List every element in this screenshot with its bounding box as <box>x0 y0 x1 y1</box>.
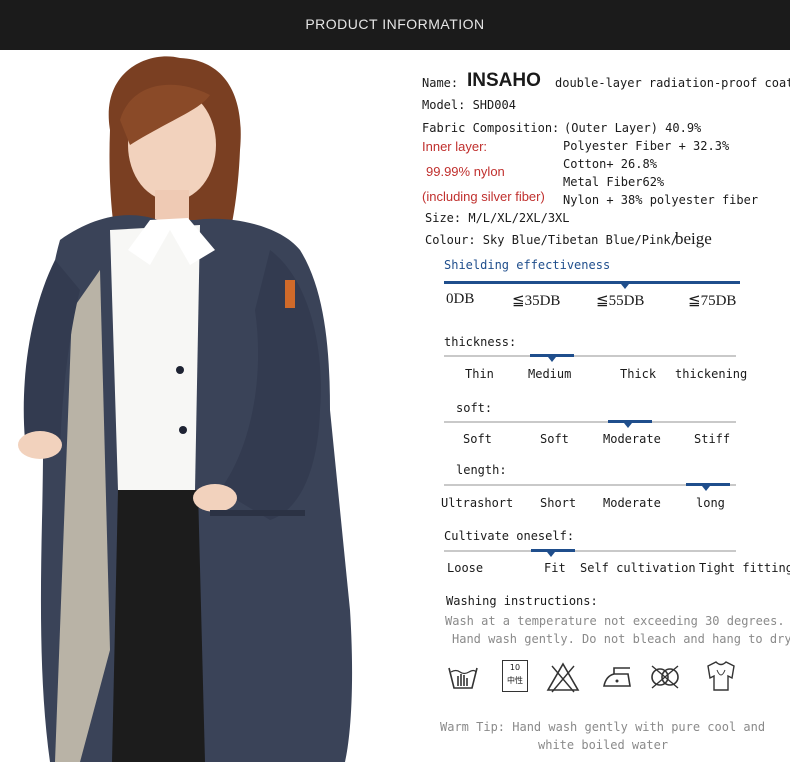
length-title: length: <box>456 463 507 477</box>
no-tumble-dry-icon <box>651 665 679 689</box>
washing-title: Washing instructions: <box>446 594 598 608</box>
no-bleach-icon <box>546 662 580 693</box>
fabric-line: Polyester Fiber + 32.3% <box>563 139 730 153</box>
thickness-scale <box>444 355 736 357</box>
product-photo <box>0 50 414 762</box>
shielding-level: 0DB <box>446 291 475 307</box>
size-info: Size: M/L/XL/2XL/3XL <box>425 211 570 225</box>
softness-title: soft: <box>456 401 493 415</box>
fabric-line: Metal Fiber62% <box>563 175 665 189</box>
dry-clean-temp: 10 <box>509 663 521 672</box>
washing-line: Wash at a temperature not exceeding 30 d… <box>445 614 785 628</box>
shielding-level: ≦35DB <box>512 293 561 309</box>
colour-info: Colour: Sky Blue/Tibetan Blue/Pink/ <box>425 233 678 247</box>
fit-option: Tight fitting <box>699 561 790 575</box>
softness-option: Stiff <box>694 432 731 446</box>
length-option: Ultrashort <box>441 496 514 510</box>
dry-clean-icon: 10 中性 <box>502 660 528 692</box>
thickness-option: Thick <box>620 367 657 381</box>
shielding-title: Shielding effectiveness <box>444 258 611 272</box>
thickness-title: thickness: <box>444 335 517 349</box>
product-name: double-layer radiation-proof coat <box>555 76 790 90</box>
softness-option: Moderate <box>603 432 661 446</box>
brand-name: INSAHO <box>467 70 541 91</box>
fit-scale <box>444 550 736 552</box>
fit-option: Fit <box>544 561 566 575</box>
length-option: Short <box>540 496 577 510</box>
washing-line: Hand wash gently. Do not bleach and hang… <box>452 632 790 646</box>
inner-layer-line: (including silver fiber) <box>422 189 545 204</box>
hand-wash-icon <box>448 667 478 689</box>
warm-tip-line: white boiled water <box>538 738 669 752</box>
shielding-level: ≦75DB <box>688 293 737 309</box>
length-option: long <box>696 496 725 510</box>
softness-marker <box>624 423 632 428</box>
warm-tip-line: Warm Tip: Hand wash gently with pure coo… <box>440 720 766 734</box>
shielding-selected-marker <box>621 284 629 289</box>
fabric-line: Cotton+ 26.8% <box>563 157 657 171</box>
softness-option: Soft <box>463 432 492 446</box>
fit-title: Cultivate oneself: <box>444 529 575 543</box>
fit-option: Loose <box>447 561 484 575</box>
fabric-line: Nylon + 38% polyester fiber <box>563 193 759 207</box>
model-number: Model: SHD004 <box>422 98 516 112</box>
hang-dry-icon <box>707 661 735 691</box>
thickness-option: Thin <box>465 367 494 381</box>
inner-layer-line: 99.99% nylon <box>426 164 505 179</box>
thickness-option: thickening <box>675 367 748 381</box>
fit-marker <box>547 552 555 557</box>
fabric-line: (Outer Layer) 40.9% <box>564 121 702 135</box>
fit-option: Self cultivation <box>580 561 696 575</box>
softness-scale <box>444 421 736 423</box>
shielding-level: ≦55DB <box>596 293 645 309</box>
length-option: Moderate <box>603 496 661 510</box>
fabric-label: Fabric Composition: <box>422 121 560 135</box>
softness-option: Soft <box>540 432 569 446</box>
shielding-scale-bar <box>444 281 740 284</box>
thickness-option: Medium <box>528 367 572 381</box>
dry-clean-label: 中性 <box>507 676 523 685</box>
length-marker <box>702 486 710 491</box>
header-banner: PRODUCT INFORMATION <box>0 0 790 50</box>
page-title: PRODUCT INFORMATION <box>305 16 485 32</box>
name-label: Name: <box>422 76 459 90</box>
iron-icon <box>603 667 631 687</box>
inner-layer-label: Inner layer: <box>422 139 488 154</box>
thickness-marker <box>548 357 556 362</box>
model-wearing-coat-image <box>18 56 353 762</box>
colour-beige: beige <box>675 229 712 248</box>
